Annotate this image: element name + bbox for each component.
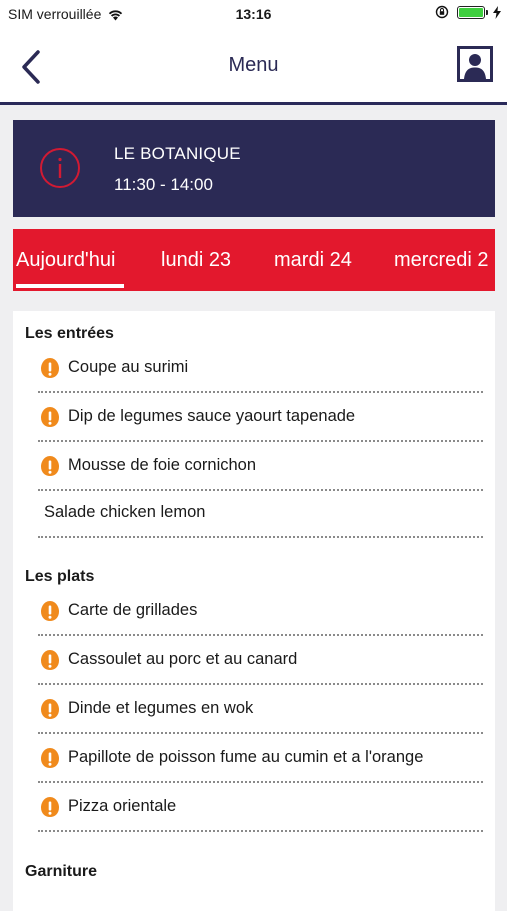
- allergen-warning-icon: [41, 456, 59, 476]
- opening-hours: 11:30 - 14:00: [114, 175, 213, 194]
- allergen-warning-icon: [41, 699, 59, 719]
- battery-icon: [457, 5, 488, 19]
- tab-today[interactable]: Aujourd'hui: [16, 249, 115, 272]
- restaurant-name: LE BOTANIQUE: [114, 144, 241, 163]
- charging-bolt-icon: [493, 5, 501, 19]
- dish-name: Carte de grillades: [68, 601, 198, 619]
- list-item[interactable]: Cassoulet au porc et au canard: [38, 636, 483, 685]
- allergen-warning-icon: [41, 601, 59, 621]
- restaurant-info-panel: LE BOTANIQUE 11:30 - 14:00: [13, 120, 495, 217]
- carrier-status: SIM verrouillée: [8, 6, 124, 22]
- tab-wednesday[interactable]: mercredi 2: [394, 249, 488, 272]
- allergen-warning-icon: [41, 748, 59, 768]
- back-chevron-icon[interactable]: [16, 48, 48, 86]
- status-bar: SIM verrouillée 13:16: [0, 0, 507, 28]
- dish-name: Mousse de foie cornichon: [68, 456, 257, 474]
- wifi-icon: [109, 9, 123, 20]
- list-item[interactable]: Carte de grillades: [38, 587, 483, 636]
- orientation-lock-icon: [435, 5, 449, 19]
- menu-card: Les entrées Coupe au surimi Dip de legum…: [13, 311, 495, 911]
- dish-name: Coupe au surimi: [68, 358, 189, 376]
- section-title-garniture: Garniture: [25, 863, 98, 880]
- info-icon[interactable]: [39, 147, 81, 189]
- section-title-entrees: Les entrées: [25, 325, 114, 342]
- page-title: Menu: [228, 54, 279, 76]
- dish-name: Salade chicken lemon: [44, 503, 206, 521]
- allergen-warning-icon: [41, 407, 59, 427]
- list-item[interactable]: Pizza orientale: [38, 783, 483, 832]
- status-right: [435, 5, 501, 19]
- tab-monday[interactable]: lundi 23: [161, 249, 231, 272]
- section-title-plats: Les plats: [25, 568, 95, 585]
- profile-icon[interactable]: [457, 46, 493, 82]
- dish-name: Cassoulet au porc et au canard: [68, 650, 298, 668]
- carrier-label: SIM verrouillée: [8, 6, 102, 22]
- allergen-warning-icon: [41, 650, 59, 670]
- dish-name: Papillote de poisson fume au cumin et a …: [68, 748, 424, 766]
- list-item[interactable]: Coupe au surimi: [38, 344, 483, 393]
- dish-name: Pizza orientale: [68, 797, 177, 815]
- dish-name: Dinde et legumes en wok: [68, 699, 254, 717]
- active-tab-indicator: [16, 284, 124, 288]
- list-item[interactable]: Papillote de poisson fume au cumin et a …: [38, 734, 483, 783]
- list-item[interactable]: Dinde et legumes en wok: [38, 685, 483, 734]
- list-item[interactable]: Mousse de foie cornichon: [38, 442, 483, 491]
- list-item[interactable]: Salade chicken lemon: [38, 489, 483, 538]
- allergen-warning-icon: [41, 358, 59, 378]
- day-tabs: Aujourd'hui lundi 23 mardi 24 mercredi 2: [13, 229, 495, 291]
- navigation-bar: Menu: [0, 28, 507, 105]
- allergen-warning-icon: [41, 797, 59, 817]
- list-item[interactable]: Dip de legumes sauce yaourt tapenade: [38, 393, 483, 442]
- tab-tuesday[interactable]: mardi 24: [274, 249, 352, 272]
- dish-name: Dip de legumes sauce yaourt tapenade: [68, 407, 356, 425]
